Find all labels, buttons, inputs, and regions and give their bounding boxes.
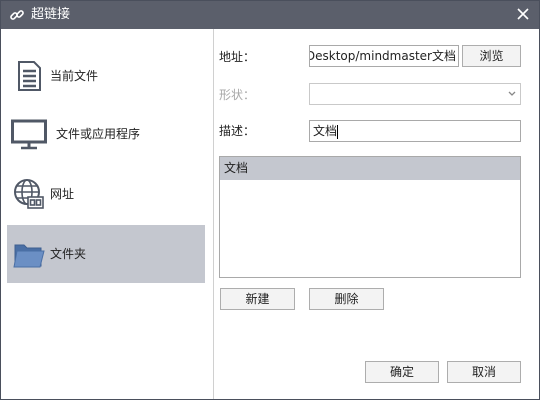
sidebar-item-label: 网址 [50, 187, 75, 201]
description-label: 描述： [219, 124, 256, 138]
folder-list[interactable]: 文档 [219, 156, 521, 278]
document-icon [18, 61, 41, 91]
address-input[interactable]: Desktop/mindmaster文档 [309, 45, 459, 67]
hyperlink-dialog: 超链接 当前文件 文件或应用程序 网址 文件夹 地址： Desktop/mind… [0, 0, 540, 400]
chevron-down-icon [508, 91, 516, 96]
link-icon [10, 10, 24, 20]
delete-button[interactable]: 删除 [309, 288, 384, 310]
shape-value [310, 87, 314, 101]
ok-button[interactable]: 确定 [365, 361, 439, 383]
folder-icon [13, 244, 45, 268]
address-value: Desktop/mindmaster文档 [309, 49, 456, 63]
browse-button[interactable]: 浏览 [462, 45, 521, 67]
globe-icon [14, 179, 44, 209]
title-bar: 超链接 [1, 1, 539, 29]
sidebar-item-label: 文件或应用程序 [56, 127, 141, 141]
description-value: 文档 [313, 124, 338, 138]
cancel-button[interactable]: 取消 [447, 361, 521, 383]
shape-label: 形状： [219, 88, 256, 102]
sidebar-item-file-or-app[interactable]: 文件或应用程序 [7, 105, 205, 163]
sidebar-item-label: 当前文件 [50, 69, 99, 83]
text-caret [337, 124, 339, 139]
sidebar-item-current-file[interactable]: 当前文件 [7, 47, 205, 105]
list-item[interactable]: 文档 [220, 157, 520, 180]
shape-dropdown[interactable] [309, 83, 521, 105]
sidebar-item-folder[interactable]: 文件夹 [7, 225, 205, 283]
link-type-sidebar: 当前文件 文件或应用程序 网址 文件夹 [1, 29, 214, 399]
new-button[interactable]: 新建 [220, 288, 295, 310]
sidebar-item-url[interactable]: 网址 [7, 165, 205, 223]
sidebar-item-label: 文件夹 [50, 247, 87, 261]
monitor-icon [11, 119, 47, 150]
address-label: 地址： [219, 50, 256, 64]
description-input[interactable]: 文档 [309, 120, 521, 142]
close-icon[interactable] [515, 6, 531, 22]
window-title: 超链接 [31, 7, 71, 22]
